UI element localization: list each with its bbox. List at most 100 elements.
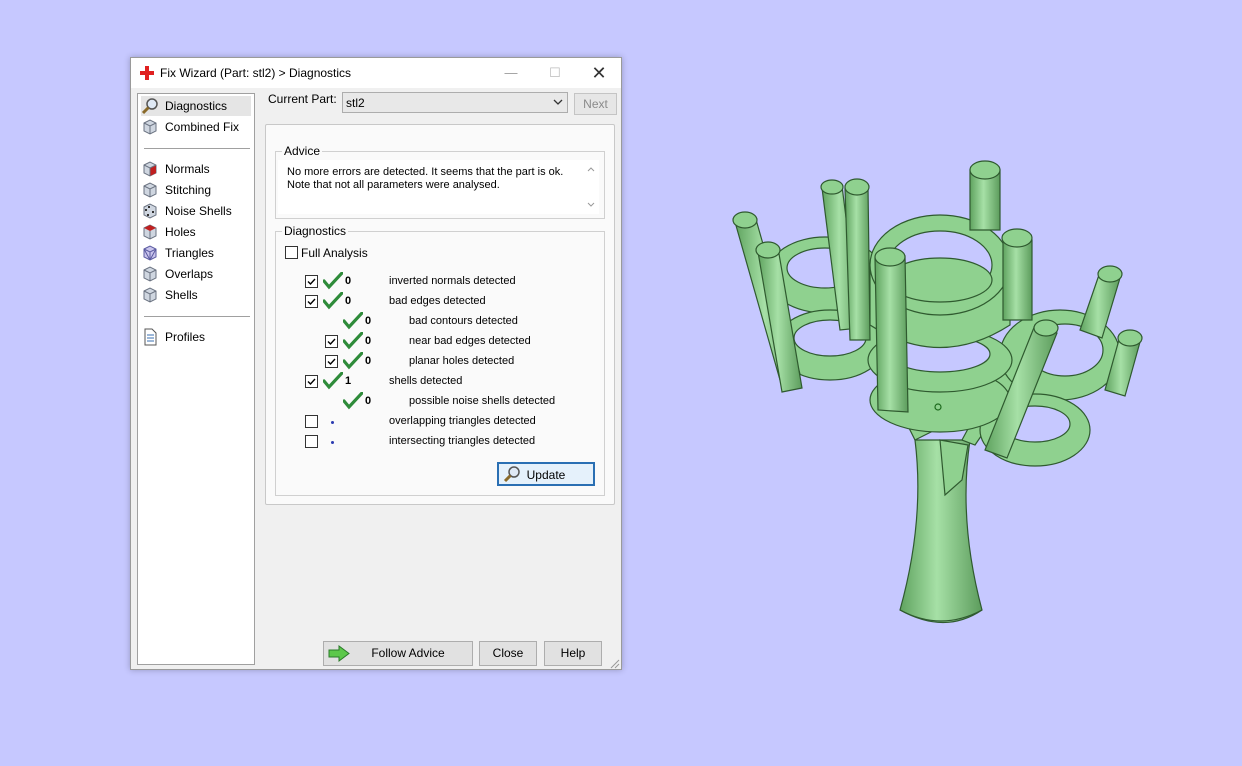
inverted-normals-count: 0 [345, 275, 352, 287]
maximize-button[interactable]: ☐ [533, 58, 577, 88]
shells-label: shells detected [389, 375, 463, 387]
diagnostics-panel: Advice No more errors are detected. It s… [265, 124, 615, 505]
advice-title: Advice [282, 144, 323, 158]
current-part-select[interactable]: stl2 [342, 92, 568, 113]
cube-icon [143, 119, 157, 135]
wizard-sidebar: Diagnostics Combined Fix Normals Stitchi… [137, 93, 255, 665]
scroll-up-icon[interactable] [586, 164, 596, 174]
sidebar-item-label: Profiles [165, 330, 206, 344]
sidebar-item-label: Noise Shells [165, 204, 232, 218]
next-button[interactable]: Next [574, 93, 617, 115]
magnifier-icon [141, 98, 158, 115]
follow-advice-button[interactable]: Follow Advice [323, 641, 473, 666]
sidebar-item-label: Diagnostics [165, 99, 228, 113]
shells-count: 1 [345, 375, 352, 387]
near-bad-edges-checkbox[interactable] [325, 335, 338, 348]
diagnostics-group: Diagnostics Full Analysis 0 inverted nor… [275, 224, 605, 496]
ok-check-icon [323, 272, 343, 290]
sidebar-item-holes[interactable]: Holes [141, 222, 251, 242]
checkmark-icon [307, 298, 316, 306]
advice-line-2: Note that not all parameters were analys… [287, 179, 500, 191]
noise-cube-icon [143, 203, 157, 219]
intersecting-triangles-label: intersecting triangles detected [389, 435, 536, 447]
shells-checkbox[interactable] [305, 375, 318, 388]
inverted-normals-label: inverted normals detected [389, 275, 516, 287]
intersecting-triangles-checkbox[interactable] [305, 435, 318, 448]
not-analysed-dot [331, 421, 334, 424]
window-title: Fix Wizard (Part: stl2) > Diagnostics [160, 66, 352, 80]
sidebar-item-shells[interactable]: Shells [141, 285, 251, 305]
advice-line-1: No more errors are detected. It seems th… [287, 166, 564, 178]
triangles-cube-icon [143, 245, 157, 261]
update-button[interactable]: Update [497, 462, 595, 486]
noise-shells-label: possible noise shells detected [409, 395, 556, 407]
not-analysed-dot [331, 441, 334, 444]
sidebar-item-combined-fix[interactable]: Combined Fix [141, 117, 251, 137]
current-part-label: Current Part: [268, 92, 337, 106]
sidebar-divider [144, 316, 250, 317]
update-label: Update [526, 468, 566, 482]
bad-edges-label: bad edges detected [389, 295, 486, 307]
full-analysis-checkbox[interactable] [285, 246, 298, 259]
scroll-down-icon[interactable] [586, 200, 596, 210]
checkmark-icon [327, 358, 336, 366]
bad-edges-checkbox[interactable] [305, 295, 318, 308]
inverted-normals-checkbox[interactable] [305, 275, 318, 288]
planar-holes-count: 0 [365, 355, 372, 367]
chevron-down-icon [553, 99, 563, 105]
fix-wizard-dialog: Fix Wizard (Part: stl2) > Diagnostics — … [130, 57, 622, 670]
sidebar-item-label: Overlaps [165, 267, 214, 281]
resize-grip-icon[interactable] [608, 657, 620, 669]
advice-scrollbar[interactable] [583, 160, 599, 214]
sidebar-item-triangles[interactable]: Triangles [141, 243, 251, 263]
planar-holes-label: planar holes detected [409, 355, 515, 367]
near-bad-edges-count: 0 [365, 335, 372, 347]
sidebar-item-normals[interactable]: Normals [141, 159, 251, 179]
checkmark-icon [327, 338, 336, 346]
close-window-button[interactable]: ✕ [577, 58, 621, 88]
overlapping-triangles-label: overlapping triangles detected [389, 415, 536, 427]
overlaps-cube-icon [143, 266, 157, 282]
checkmark-icon [307, 278, 316, 286]
bad-contours-count: 0 [365, 315, 372, 327]
diagnostics-title: Diagnostics [282, 224, 349, 238]
help-button[interactable]: Help [544, 641, 602, 666]
red-cross-icon [140, 66, 154, 80]
stitching-cube-icon [143, 182, 157, 198]
ok-check-icon [343, 312, 363, 330]
advice-text-box[interactable]: No more errors are detected. It seems th… [278, 160, 599, 214]
sidebar-item-label: Triangles [165, 246, 214, 260]
title-bar[interactable]: Fix Wizard (Part: stl2) > Diagnostics — … [131, 58, 621, 88]
document-icon [144, 328, 157, 346]
near-bad-edges-label: near bad edges detected [409, 335, 531, 347]
sidebar-item-label: Shells [165, 288, 198, 302]
advice-group: Advice No more errors are detected. It s… [275, 144, 605, 219]
sidebar-item-stitching[interactable]: Stitching [141, 180, 251, 200]
follow-advice-label: Follow Advice [371, 646, 445, 660]
ok-check-icon [343, 352, 363, 370]
sidebar-item-noise-shells[interactable]: Noise Shells [141, 201, 251, 221]
close-button[interactable]: Close [479, 641, 537, 666]
shells-cube-icon [143, 287, 157, 303]
ok-check-icon [343, 392, 363, 410]
overlapping-triangles-checkbox[interactable] [305, 415, 318, 428]
bad-contours-label: bad contours detected [409, 315, 518, 327]
sidebar-item-label: Stitching [165, 183, 212, 197]
checkmark-icon [307, 378, 316, 386]
sidebar-item-label: Holes [165, 225, 196, 239]
noise-shells-count: 0 [365, 395, 372, 407]
normals-cube-icon [143, 161, 157, 177]
sidebar-item-label: Combined Fix [165, 120, 240, 134]
sidebar-item-diagnostics[interactable]: Diagnostics [141, 96, 251, 116]
sidebar-item-label: Normals [165, 162, 210, 176]
full-analysis-label: Full Analysis [301, 246, 368, 260]
sidebar-item-overlaps[interactable]: Overlaps [141, 264, 251, 284]
ok-check-icon [323, 292, 343, 310]
holes-cube-icon [143, 224, 157, 240]
minimize-button[interactable]: — [489, 58, 533, 88]
planar-holes-checkbox[interactable] [325, 355, 338, 368]
ok-check-icon [323, 372, 343, 390]
ok-check-icon [343, 332, 363, 350]
sidebar-item-profiles[interactable]: Profiles [141, 327, 251, 347]
3d-model-viewport[interactable] [700, 140, 1170, 650]
